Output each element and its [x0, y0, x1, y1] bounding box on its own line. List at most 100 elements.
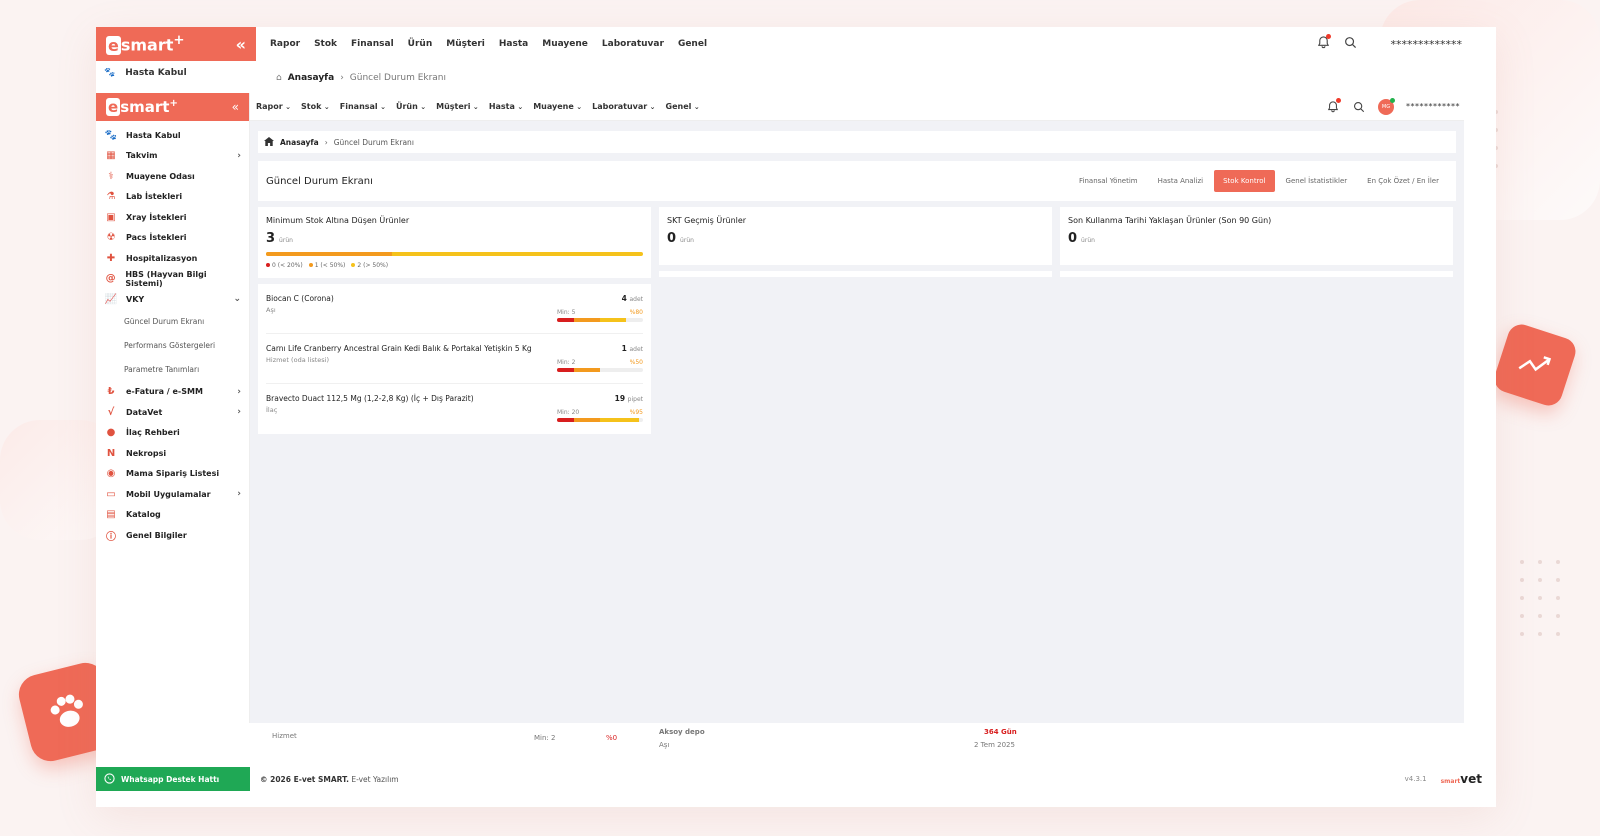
- breadcrumb-current: Güncel Durum Ekranı: [333, 137, 414, 147]
- ghost-menu-item[interactable]: Stok: [314, 39, 337, 49]
- sidebar-item-chart[interactable]: 📈 VKY ⌄: [96, 289, 249, 310]
- product-percent: %80: [629, 309, 643, 316]
- catalog-icon: ▤: [106, 509, 116, 521]
- bell-icon[interactable]: [1317, 34, 1331, 52]
- ghost-menu-item[interactable]: Laboratuvar: [602, 39, 664, 49]
- card-divider: [1060, 271, 1453, 277]
- chart-icon: 📈: [104, 293, 118, 305]
- product-name: Biocan C (Corona): [266, 294, 334, 303]
- data-icon: √: [107, 406, 115, 418]
- min-stock-card[interactable]: Minimum Stok Altına Düşen Ürünler 3 ürün…: [258, 207, 651, 278]
- sidebar-subitem[interactable]: Parametre Tanımları: [96, 358, 249, 382]
- logo[interactable]: e smart+: [106, 98, 178, 116]
- sidebar-subitem[interactable]: Güncel Durum Ekranı: [96, 310, 249, 334]
- sidebar-item-paw[interactable]: 🐾 Hasta Kabul: [96, 125, 249, 146]
- info-icon: ⓘ: [106, 531, 116, 543]
- menu-urun[interactable]: Ürün: [396, 102, 426, 111]
- distribution-warning-segment: [266, 252, 392, 256]
- tab-hasta-analizi[interactable]: Hasta Analizi: [1149, 170, 1212, 192]
- sidebar-item-invoice[interactable]: ₺ e-Fatura / e-SMM ›: [96, 382, 249, 403]
- product-level-bar: [557, 368, 643, 372]
- ghost-menu-item[interactable]: Muayene: [542, 39, 588, 49]
- ghost-row-category: Aşı: [659, 741, 670, 749]
- menu-rapor[interactable]: Rapor: [256, 102, 291, 111]
- sidebar-item-data[interactable]: √ DataVet ›: [96, 402, 249, 423]
- paw-icon: 🐾: [104, 68, 116, 78]
- menu-musteri[interactable]: Müşteri: [436, 102, 479, 111]
- sidebar-item-catalog[interactable]: ▤ Katalog: [96, 505, 249, 526]
- level-segment: [557, 318, 575, 322]
- product-row[interactable]: Biocan C (Corona) Aşı 4 adet Min: 5 %80: [266, 284, 643, 334]
- sidebar: e smart+ « 🐾 Hasta Kabul ▦ Takvim › ⚕ Muayene O…: [96, 93, 250, 723]
- sidebar-item-pill[interactable]: ● İlaç Rehberi: [96, 423, 249, 444]
- ghost-sidebar-item[interactable]: 🐾 Hasta Kabul: [104, 68, 187, 78]
- sidebar-item-label: Muayene Odası: [126, 171, 195, 181]
- ghost-menu-item[interactable]: Müşteri: [446, 39, 485, 49]
- sidebar-item-mobile[interactable]: ▭ Mobil Uygulamalar ›: [96, 484, 249, 505]
- menu-finansal[interactable]: Finansal: [340, 102, 386, 111]
- level-segment: [574, 318, 600, 322]
- tab-stok-kontrol[interactable]: Stok Kontrol: [1214, 170, 1275, 192]
- sidebar-item-nekropsi[interactable]: N Nekropsi: [96, 443, 249, 464]
- metric: 0 ürün: [1068, 231, 1445, 246]
- sidebar-item-xray[interactable]: ▣ Xray İstekleri: [96, 207, 249, 228]
- tab-en-cok-ozet[interactable]: En Çok Özet / En İler: [1358, 170, 1448, 192]
- avatar[interactable]: MG: [1378, 97, 1395, 115]
- whatsapp-support-button[interactable]: Whatsapp Destek Hattı: [96, 767, 250, 791]
- ghost-row-depot: Aksoy depo: [659, 728, 705, 736]
- sidebar-item-food[interactable]: ◉ Mama Sipariş Listesi: [96, 464, 249, 485]
- breadcrumb-home[interactable]: Anasayfa: [280, 138, 319, 147]
- bell-icon[interactable]: [1326, 97, 1341, 114]
- product-qty: 4 adet: [621, 294, 643, 303]
- username[interactable]: ************: [1406, 102, 1460, 111]
- product-info: Bravecto Duact 112,5 Mg (1,2-2,8 Kg) (İç…: [266, 394, 474, 426]
- sidebar-item-calendar[interactable]: ▦ Takvim ›: [96, 146, 249, 167]
- chevron-icon: ›: [237, 386, 241, 397]
- product-row[interactable]: Bravecto Duact 112,5 Mg (1,2-2,8 Kg) (İç…: [266, 384, 643, 434]
- ghost-menu-item[interactable]: Finansal: [351, 39, 394, 49]
- metric: 0 ürün: [667, 231, 1044, 246]
- menu-genel[interactable]: Genel: [666, 102, 700, 111]
- ghost-menu-item[interactable]: Genel: [678, 39, 707, 49]
- ghost-menu-item[interactable]: Rapor: [270, 39, 300, 49]
- decor-dots: [1520, 560, 1560, 636]
- menu-hasta[interactable]: Hasta: [489, 102, 523, 111]
- sidebar-item-label: Katalog: [126, 510, 161, 520]
- menu-muayene[interactable]: Muayene: [533, 102, 582, 111]
- product-row[interactable]: Carnı Life Cranberry Ancestral Grain Ked…: [266, 334, 643, 384]
- sidebar-subitem[interactable]: Performans Göstergeleri: [96, 334, 249, 358]
- search-icon[interactable]: [1344, 36, 1357, 52]
- menu-stok[interactable]: Stok: [301, 102, 330, 111]
- sidebar-item-info[interactable]: ⓘ Genel Bilgiler: [96, 525, 249, 546]
- level-segment: [557, 418, 575, 422]
- sidebar-item-label: İlaç Rehberi: [126, 428, 180, 438]
- menu-laboratuvar[interactable]: Laboratuvar: [592, 102, 655, 111]
- home-icon[interactable]: [264, 136, 274, 148]
- legend-warning: 1 (< 50%): [308, 262, 345, 269]
- sidebar-item-at[interactable]: @ HBS (Hayvan Bilgi Sistemi): [96, 269, 249, 290]
- expiring-card[interactable]: Son Kullanma Tarihi Yaklaşan Ürünler (So…: [1060, 207, 1453, 265]
- ghost-menu-item[interactable]: Hasta: [499, 39, 528, 49]
- sidebar-item-label: VKY: [126, 294, 145, 304]
- sidebar-item-flask[interactable]: ⚗ Lab İstekleri: [96, 187, 249, 208]
- page-title: Güncel Durum Ekranı: [266, 175, 373, 187]
- sidebar-item-radiation[interactable]: ☢ Pacs İstekleri: [96, 228, 249, 249]
- sidebar-item-label: Mama Sipariş Listesi: [126, 469, 220, 479]
- product-name: Bravecto Duact 112,5 Mg (1,2-2,8 Kg) (İç…: [266, 394, 474, 403]
- min-stock-column: Minimum Stok Altına Düşen Ürünler 3 ürün…: [258, 207, 651, 434]
- search-icon[interactable]: [1352, 100, 1366, 114]
- sidebar-item-stethoscope[interactable]: ⚕ Muayene Odası: [96, 166, 249, 187]
- product-category: Aşı: [266, 306, 276, 314]
- chevron-icon: ›: [237, 489, 241, 500]
- tab-genel-istatistikler[interactable]: Genel İstatistikler: [1277, 170, 1357, 192]
- card-title: Son Kullanma Tarihi Yaklaşan Ürünler (So…: [1068, 216, 1272, 225]
- collapse-icon[interactable]: «: [232, 100, 239, 114]
- food-icon: ◉: [106, 468, 116, 480]
- chevron-icon: ›: [237, 407, 241, 418]
- sidebar-item-label: DataVet: [126, 407, 163, 417]
- skt-card[interactable]: SKT Geçmiş Ürünler 0 ürün: [659, 207, 1052, 265]
- sidebar-item-hospital[interactable]: ✚ Hospitalizasyon: [96, 248, 249, 269]
- ghost-menu-item[interactable]: Ürün: [408, 39, 433, 49]
- tab-finansal-yonetim[interactable]: Finansal Yönetim: [1070, 170, 1147, 192]
- collapse-icon[interactable]: «: [236, 35, 246, 54]
